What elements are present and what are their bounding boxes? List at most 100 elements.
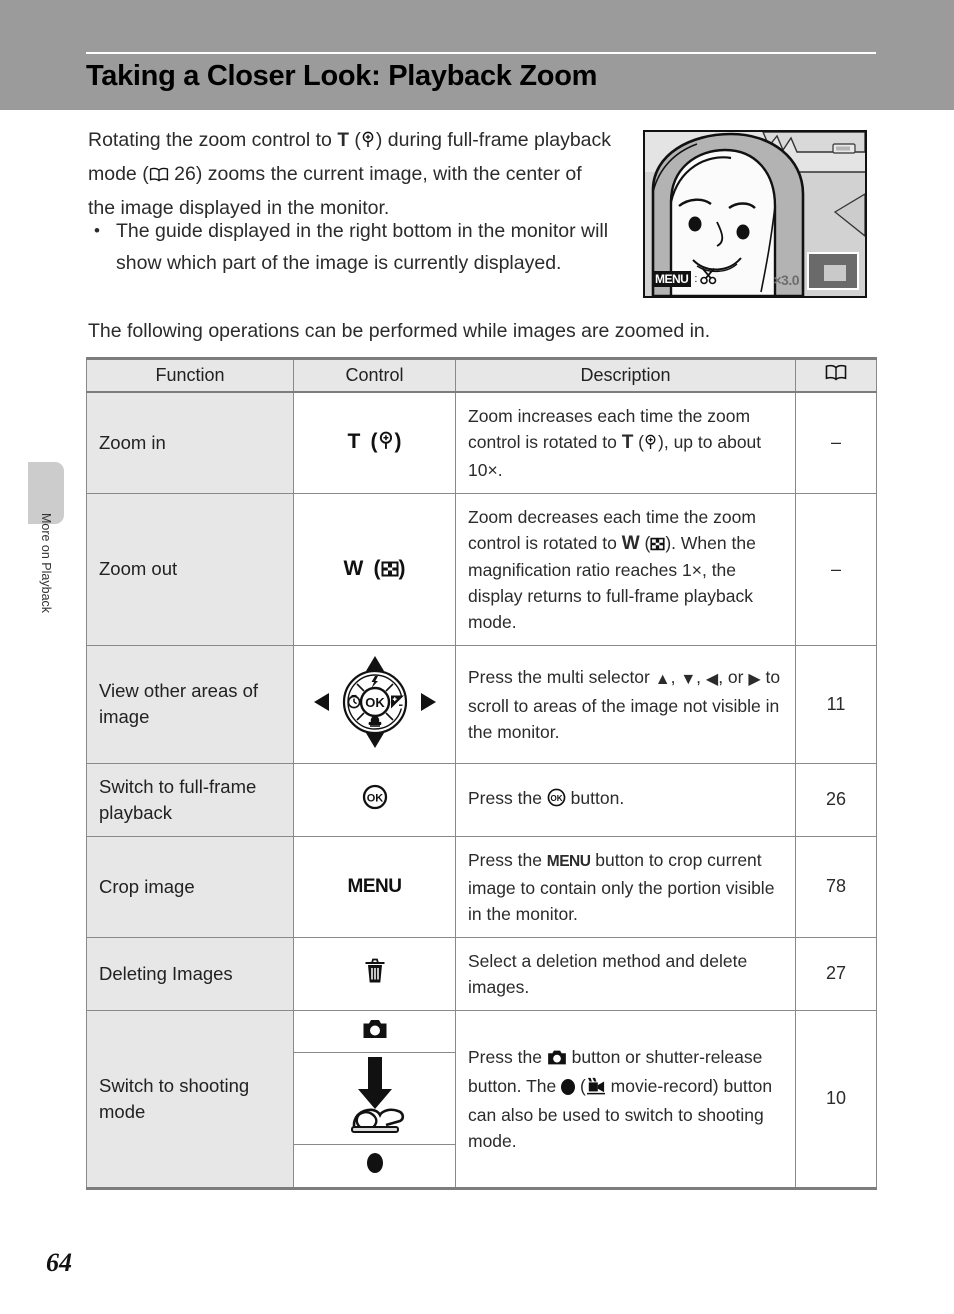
control-multi-selector: OK (293, 644, 456, 764)
book-icon (824, 365, 848, 385)
control-ok-button: OK (293, 762, 456, 837)
menu-dots: : (694, 272, 698, 285)
zoom-tele-letter: T (337, 130, 349, 151)
intro-text-part1: Rotating the zoom control to (88, 129, 338, 151)
description-deleting-images: Select a deletion method and delete imag… (455, 936, 796, 1011)
control-zoom-tele: T () (293, 391, 456, 494)
times-symbol: × (691, 559, 702, 580)
page-title: Taking a Closer Look: Playback Zoom (86, 60, 598, 92)
multi-selector-dial-icon: OK (312, 655, 438, 754)
magnification-value: 3.0 (781, 272, 799, 288)
function-zoom-in: Zoom in (86, 391, 294, 494)
menu-button-label: MENU (546, 852, 591, 870)
movie-camera-icon (586, 1076, 606, 1102)
zoom-wide-letter: W (343, 556, 364, 580)
battery-icon (832, 143, 856, 154)
table-row: Deleting Images Select a deletion method… (86, 936, 877, 1011)
section-tab-label: More on Playback (39, 512, 53, 614)
page-header-band: Taking a Closer Look: Playback Zoom (0, 0, 954, 110)
arrow-down-icon: ▼ (680, 670, 697, 688)
control-delete-button (293, 936, 456, 1011)
table-row: Zoom out W () Zoom decreases each time t… (86, 492, 877, 646)
desc-text-a: Press the multi selector (468, 666, 655, 687)
svg-text:OK: OK (550, 794, 562, 803)
header-divider-rule (86, 52, 876, 54)
control-shooting-mode-group (293, 1009, 456, 1190)
page-reference: – (795, 391, 877, 494)
table-row: Switch to full-frame playback OK Press t… (86, 762, 877, 837)
column-header-description: Description (455, 357, 796, 393)
desc-text-b: , (670, 666, 681, 687)
zoom-tele-letter: T (621, 431, 634, 453)
table-row: View other areas of image OK Press the m… (86, 644, 877, 764)
times-symbol: × (487, 459, 498, 480)
function-deleting-images: Deleting Images (86, 936, 294, 1011)
camera-monitor-illustration: MENU : ×3.0 (643, 130, 867, 298)
footer-page-number: 64 (46, 1248, 72, 1277)
table-lead-in-text: The following operations can be performe… (88, 320, 711, 342)
description-switch-shooting-mode: Press the button or shutter-release butt… (455, 1009, 796, 1190)
book-icon (149, 160, 169, 192)
desc-text-a: Press the (468, 849, 547, 870)
zoom-guide-visible-area (824, 265, 846, 281)
control-camera-button (294, 1011, 455, 1053)
description-zoom-out: Zoom decreases each time the zoom contro… (455, 492, 796, 646)
table-row: Crop image MENU Press the MENU button to… (86, 835, 877, 938)
desc-text-c: ( (575, 1075, 586, 1096)
control-movie-record-button (294, 1144, 455, 1187)
zoom-wide-letter: W (621, 532, 640, 554)
page-reference: – (795, 492, 877, 646)
svg-text:OK: OK (366, 793, 383, 805)
column-header-function: Function (86, 357, 294, 393)
description-switch-full-frame: Press the OK button. (455, 762, 796, 837)
table-header-row: Function Control Description (86, 357, 877, 393)
page-reference: 78 (795, 835, 877, 938)
control-shutter-release (294, 1052, 455, 1145)
description-crop-image: Press the MENU button to crop current im… (455, 835, 796, 938)
intro-page-ref: 26 (174, 163, 196, 185)
magnification-prefix: × (773, 272, 782, 288)
table-row: Zoom in T () Zoom increases each time th… (86, 391, 877, 494)
page-reference: 26 (795, 762, 877, 837)
scissors-icon (700, 267, 718, 290)
bullet-guide-display: The guide displayed in the right bottom … (88, 215, 613, 279)
magnify-plus-icon (644, 431, 658, 457)
svg-text:OK: OK (365, 695, 385, 710)
column-header-page-reference (795, 357, 877, 393)
column-header-control: Control (293, 357, 456, 393)
monitor-menu-label: MENU (652, 270, 692, 287)
intro-bullet-list: The guide displayed in the right bottom … (88, 215, 613, 279)
arrow-left-icon: ◀ (705, 670, 719, 688)
manual-page: Taking a Closer Look: Playback Zoom More… (0, 0, 954, 1314)
desc-text-c: . (497, 459, 503, 480)
desc-text-c: , (696, 666, 706, 687)
thumbnail-grid-icon (650, 533, 665, 553)
control-menu-button: MENU (293, 835, 456, 938)
arrow-right-icon: ▶ (748, 670, 761, 688)
description-zoom-in: Zoom increases each time the zoom contro… (455, 391, 796, 494)
intro-paragraph: Rotating the zoom control to T () during… (88, 124, 613, 224)
camera-icon (547, 1047, 567, 1073)
page-reference: 27 (795, 936, 877, 1011)
desc-text-d: , or (718, 666, 749, 687)
desc-text-a: Press the (468, 1046, 547, 1067)
control-zoom-wide: W () (293, 492, 456, 646)
page-reference: 11 (795, 644, 877, 764)
ok-button-icon: OK (547, 788, 566, 814)
camera-icon (362, 1019, 388, 1044)
shutter-press-icon (342, 1057, 408, 1141)
description-view-other-areas: Press the multi selector ▲, ▼, ◀, or ▶ t… (455, 644, 796, 764)
ok-button-icon: OK (362, 784, 388, 814)
movie-record-dot-icon (561, 1078, 576, 1095)
thumbnail-grid-icon (381, 561, 399, 582)
playback-zoom-operations-table: Function Control Description Zoom in T (… (86, 357, 877, 1190)
magnify-plus-icon (361, 126, 376, 158)
function-switch-full-frame: Switch to full-frame playback (86, 762, 294, 837)
table-row: Switch to shooting mode Press the button… (86, 1009, 877, 1190)
magnify-plus-icon (378, 431, 395, 455)
function-crop-image: Crop image (86, 835, 294, 938)
function-zoom-out: Zoom out (86, 492, 294, 646)
menu-button-label: MENU (347, 875, 402, 897)
monitor-magnification-readout: ×3.0 (773, 272, 799, 288)
zoom-tele-letter: T (347, 430, 361, 453)
